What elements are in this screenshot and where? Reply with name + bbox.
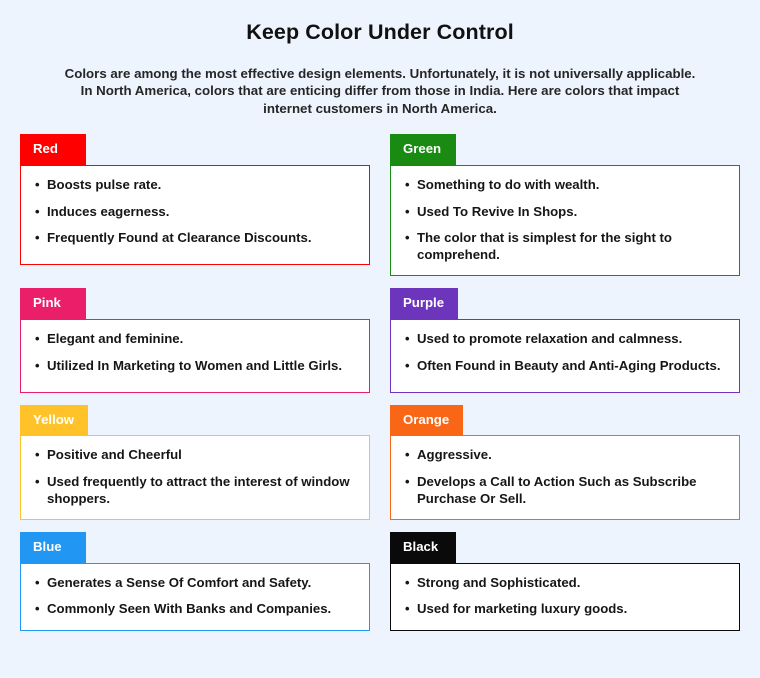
color-card-tab-orange: Orange (390, 404, 464, 436)
bullet-list: Boosts pulse rate. Induces eagerness. Freq… (34, 177, 356, 247)
bullet-list: Generates a Sense Of Comfort and Safety.… (34, 575, 356, 618)
color-card-tab-blue: Blue (20, 532, 86, 563)
bullet-list: Something to do with wealth. Used To Revi… (404, 177, 726, 264)
bullet-item: The color that is simplest for the sight… (404, 230, 726, 263)
bullet-item: Boosts pulse rate. (34, 177, 356, 194)
bullet-item: Used To Revive In Shops. (404, 204, 726, 221)
bullet-item: Frequently Found at Clearance Discounts. (34, 230, 356, 247)
color-card-tab-red: Red (20, 134, 86, 165)
bullet-item: Used to promote relaxation and calmness. (404, 331, 726, 348)
color-card-green: Green Something to do with wealth. Used To… (390, 134, 740, 277)
color-card-body-purple: Used to promote relaxation and calmness.… (390, 318, 740, 393)
color-card-red: Red Boosts pulse rate. Induces eagerness. F… (20, 134, 370, 276)
color-card-orange: Orange Aggressive. Develops a Call to Acti… (390, 404, 740, 521)
color-card-body-pink: Elegant and feminine. Utilized In Marketi… (20, 318, 370, 393)
color-card-body-green: Something to do with wealth. Used To Revi… (390, 164, 740, 277)
header: Keep Color Under Control Colors are amon… (0, 0, 760, 117)
color-card-tab-green: Green (390, 134, 456, 165)
color-card-body-black: Strong and Sophisticated. Used for market… (390, 562, 740, 632)
bullet-list: Positive and Cheerful Used frequently to … (34, 447, 356, 507)
bullet-list: Elegant and feminine. Utilized In Marketi… (34, 331, 356, 374)
bullet-list: Used to promote relaxation and calmness.… (404, 331, 726, 374)
bullet-item: Something to do with wealth. (404, 177, 726, 194)
bullet-item: Positive and Cheerful (34, 447, 356, 464)
bullet-item: Used frequently to attract the interest … (34, 474, 356, 507)
color-card-blue: Blue Generates a Sense Of Comfort and Saf… (20, 532, 370, 632)
bullet-list: Strong and Sophisticated. Used for market… (404, 575, 726, 618)
color-card-body-red: Boosts pulse rate. Induces eagerness. Freq… (20, 164, 370, 265)
color-card-body-yellow: Positive and Cheerful Used frequently to … (20, 435, 370, 521)
bullet-item: Induces eagerness. (34, 204, 356, 221)
bullet-item: Commonly Seen With Banks and Companies. (34, 601, 356, 618)
bullet-item: Strong and Sophisticated. (404, 575, 726, 592)
infographic-page: Keep Color Under Control Colors are amon… (0, 0, 760, 678)
color-card-grid: Red Boosts pulse rate. Induces eagerness. F… (0, 134, 760, 632)
color-card-tab-yellow: Yellow (20, 404, 89, 436)
color-card-pink: Pink Elegant and feminine. Utilized In Mar… (20, 288, 370, 393)
color-card-tab-black: Black (390, 532, 456, 563)
bullet-list: Aggressive. Develops a Call to Action Suc… (404, 447, 726, 507)
bullet-item: Often Found in Beauty and Anti-Aging Pro… (404, 358, 726, 375)
bullet-item: Elegant and feminine. (34, 331, 356, 348)
color-card-purple: Purple Used to promote relaxation and cal… (390, 288, 740, 393)
page-title: Keep Color Under Control (246, 20, 514, 44)
page-subtitle: Colors are among the most effective desi… (64, 65, 696, 116)
bullet-item: Generates a Sense Of Comfort and Safety. (34, 575, 356, 592)
color-card-yellow: Yellow Positive and Cheerful Used frequent… (20, 404, 370, 521)
bullet-item: Used for marketing luxury goods. (404, 601, 726, 618)
color-card-black: Black Strong and Sophisticated. Used for m… (390, 532, 740, 632)
bullet-item: Aggressive. (404, 447, 726, 464)
color-card-body-orange: Aggressive. Develops a Call to Action Suc… (390, 435, 740, 521)
color-card-body-blue: Generates a Sense Of Comfort and Safety.… (20, 562, 370, 632)
color-card-tab-pink: Pink (20, 288, 86, 319)
color-card-tab-purple: Purple (390, 288, 459, 319)
bullet-item: Develops a Call to Action Such as Subscr… (404, 474, 726, 507)
bullet-item: Utilized In Marketing to Women and Littl… (34, 358, 356, 375)
